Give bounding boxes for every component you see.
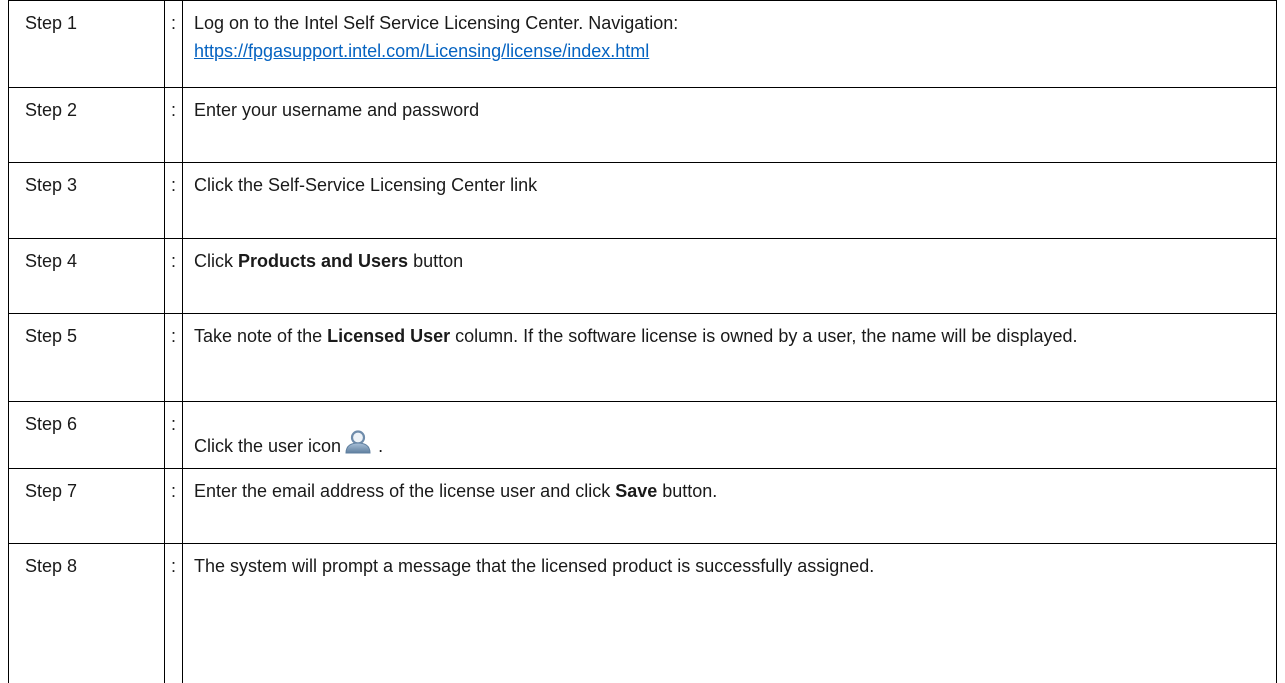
step-label: Step 6 bbox=[8, 401, 165, 469]
licensing-center-link[interactable]: https://fpgasupport.intel.com/Licensing/… bbox=[194, 41, 649, 61]
step-label: Step 8 bbox=[8, 543, 165, 683]
step-description: Click the Self-Service Licensing Center … bbox=[182, 162, 1277, 239]
step-label: Step 4 bbox=[8, 238, 165, 314]
step-row-3: Step 3 : Click the Self-Service Licensin… bbox=[8, 162, 1277, 239]
step-row-1: Step 1 : Log on to the Intel Self Servic… bbox=[8, 0, 1277, 88]
step-separator: : bbox=[164, 401, 183, 469]
step-description: Log on to the Intel Self Service Licensi… bbox=[182, 0, 1277, 88]
step-text: Take note of the bbox=[194, 326, 328, 346]
licensed-user-term: Licensed User bbox=[327, 326, 451, 346]
step-row-2: Step 2 : Enter your username and passwor… bbox=[8, 87, 1277, 163]
products-and-users-term: Products and Users bbox=[238, 251, 409, 271]
step-text: Enter the email address of the license u… bbox=[194, 481, 616, 501]
step-description: Enter the email address of the license u… bbox=[182, 468, 1277, 544]
steps-table: Step 1 : Log on to the Intel Self Servic… bbox=[8, 0, 1277, 683]
step-separator: : bbox=[164, 543, 183, 683]
step-label: Step 7 bbox=[8, 468, 165, 544]
step-description: Click the user icon . bbox=[182, 401, 1277, 469]
step-separator: : bbox=[164, 87, 183, 163]
step-text: Click bbox=[194, 251, 238, 271]
step-description: The system will prompt a message that th… bbox=[182, 543, 1277, 683]
step-text: Log on to the Intel Self Service Licensi… bbox=[194, 13, 679, 33]
step-separator: : bbox=[164, 0, 183, 88]
step-row-6: Step 6 : Click the user icon . bbox=[8, 401, 1277, 469]
step-text: . bbox=[378, 436, 384, 456]
step-text: button. bbox=[657, 481, 718, 501]
step-separator: : bbox=[164, 162, 183, 239]
step-text: button bbox=[408, 251, 464, 271]
step-description: Take note of the Licensed User column. I… bbox=[182, 313, 1277, 402]
step-row-8: Step 8 : The system will prompt a messag… bbox=[8, 543, 1277, 683]
step-row-4: Step 4 : Click Products and Users button bbox=[8, 238, 1277, 314]
step-separator: : bbox=[164, 468, 183, 544]
step-text: Click the user icon bbox=[194, 436, 342, 456]
step-label: Step 5 bbox=[8, 313, 165, 402]
step-separator: : bbox=[164, 238, 183, 314]
save-term: Save bbox=[615, 481, 658, 501]
step-text: column. If the software license is owned… bbox=[450, 326, 1078, 346]
step-label: Step 1 bbox=[8, 0, 165, 88]
step-label: Step 3 bbox=[8, 162, 165, 239]
step-row-7: Step 7 : Enter the email address of the … bbox=[8, 468, 1277, 544]
step-description: Enter your username and password bbox=[182, 87, 1277, 163]
step-label: Step 2 bbox=[8, 87, 165, 163]
step-separator: : bbox=[164, 313, 183, 402]
step-description: Click Products and Users button bbox=[182, 238, 1277, 314]
step-row-5: Step 5 : Take note of the Licensed User … bbox=[8, 313, 1277, 402]
user-icon bbox=[343, 430, 373, 462]
